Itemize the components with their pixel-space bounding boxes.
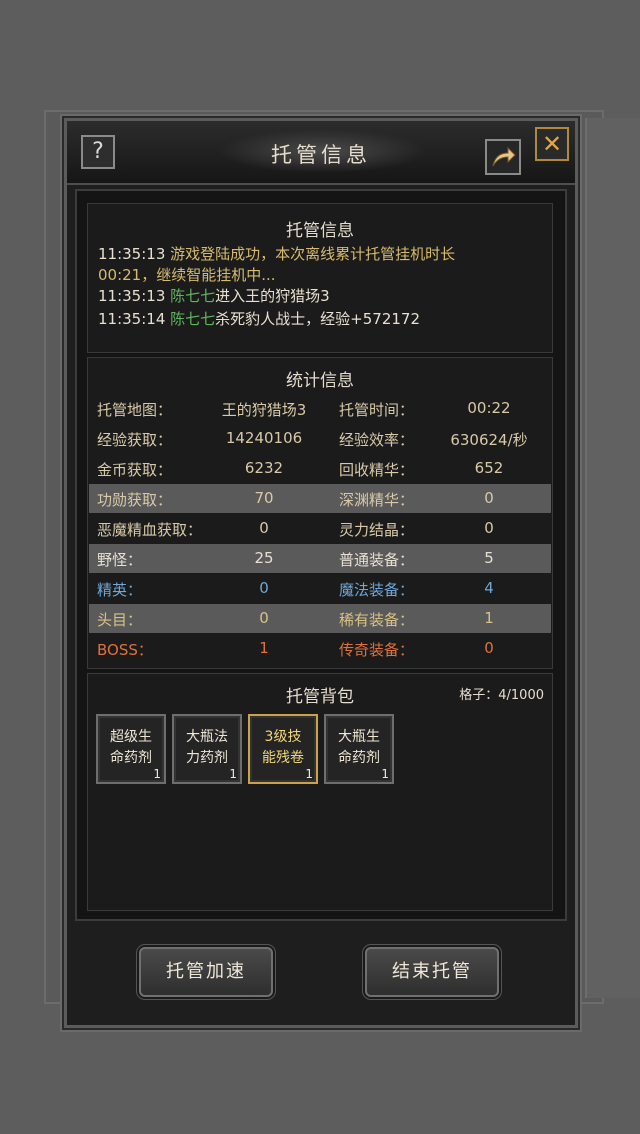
bag-item-count: 1 [229,767,237,781]
stats-row: 托管地图： 王的狩猎场3 托管时间： 00:22 [89,394,551,423]
bag-item-count: 1 [305,767,313,781]
stat-label: 精英： [97,581,143,599]
bag-item-name-line: 命药剂 [338,750,380,766]
bag-section: 托管背包 格子：4/1000 超级生 命药剂 1 大瓶法 力药剂 1 3级技 能残卷 1 大瓶生命… [87,673,553,911]
background-side-panel [585,118,640,998]
stat-value: 652 [474,459,504,477]
bag-item[interactable]: 大瓶生命药剂 1 [324,714,394,784]
stat-label: 灵力结晶： [339,521,415,539]
stat-label: 稀有装备： [339,611,415,629]
stats-row: 功勋获取： 70 深渊精华： 0 [89,484,551,513]
share-button[interactable] [485,139,521,175]
title-bar: 托管信息 ? ✕ [67,121,575,185]
stat-value: 0 [259,579,269,597]
log-section-title: 托管信息 [286,221,354,241]
stat-value: 14240106 [225,429,303,447]
bag-item-name-line: 力药剂 [186,750,228,766]
stats-row: 精英： 0 魔法装备： 4 [89,574,551,603]
stats-row: 经验获取： 14240106 经验效率： 630624/秒 [89,424,551,453]
player-name: 陈七七 [170,310,216,328]
stat-value: 1 [484,609,494,627]
log-entry: 11:35:13 游戏登陆成功，本次离线累计托管挂机时长 00:21，继续智能挂… [98,244,455,286]
stat-label: 经验效率： [339,431,415,449]
hosting-info-dialog: 托管信息 ? ✕ 托管信息 11:35:13 游戏登陆成功，本次离线累计托管挂机… [64,118,578,1028]
stats-section: 统计信息 托管地图： 王的狩猎场3 托管时间： 00:22 经验获取： 14240106 经… [87,357,553,669]
stat-value: 0 [484,489,494,507]
bag-item-name-line: 大瓶法 [186,729,228,745]
bag-item[interactable]: 3级技能残卷 1 [248,714,318,784]
close-button[interactable]: ✕ [535,127,569,161]
stat-value: 0 [484,519,494,537]
stat-label: 头目： [97,611,143,629]
stat-value: 0 [484,639,494,657]
stat-value: 1 [259,639,269,657]
stat-value: 王的狩猎场3 [221,401,307,419]
stat-value: 630624/秒 [450,431,528,449]
stats-row: 恶魔精血获取： 0 灵力结晶： 0 [89,514,551,543]
stat-label: 托管地图： [97,401,173,419]
log-section: 托管信息 11:35:13 游戏登陆成功，本次离线累计托管挂机时长 00:21，… [87,203,553,353]
log-message: 游戏登陆成功，本次离线累计托管挂机时长 [170,245,456,263]
bag-item-name-line: 大瓶生 [338,729,380,745]
stats-row: 金币获取： 6232 回收精华： 652 [89,454,551,483]
stats-row: 野怪： 25 普通装备： 5 [89,544,551,573]
stat-value: 0 [259,609,269,627]
stats-row: 头目： 0 稀有装备： 1 [89,604,551,633]
log-time: 11:35:14 [98,310,166,328]
log-time: 11:35:13 [98,287,166,305]
bag-item-name-line: 3级技 [264,729,302,745]
log-message: 杀死豹人战士，经验+572172 [215,310,421,328]
content-panel: 托管信息 11:35:13 游戏登陆成功，本次离线累计托管挂机时长 00:21，… [75,189,567,921]
bag-item-name: 大瓶生 命药剂 [330,727,388,769]
stat-label: 恶魔精血获取： [97,521,203,539]
stat-value: 0 [259,519,269,537]
stats-section-title: 统计信息 [286,371,354,391]
bag-capacity: 格子：4/1000 [459,688,544,703]
stat-label: 功勋获取： [97,491,173,509]
bag-item-name-line: 命药剂 [110,750,152,766]
stat-value: 6232 [244,459,284,477]
stats-row: BOSS： 1 传奇装备： 0 [89,634,551,663]
log-message: 进入王的狩猎场3 [215,287,330,305]
stat-label: 托管时间： [339,401,415,419]
stat-value: 4 [484,579,494,597]
stat-value: 5 [484,549,494,567]
end-hosting-button[interactable]: 结束托管 [365,947,499,997]
help-button[interactable]: ? [81,135,115,169]
stat-label: 回收精华： [339,461,415,479]
bag-item-name-line: 超级生 [110,729,152,745]
stat-label: 普通装备： [339,551,415,569]
bag-item-name-line: 能残卷 [262,750,304,766]
log-message-continued: 00:21，继续智能挂机中... [98,266,276,284]
stat-label: 传奇装备： [339,641,415,659]
stat-value: 70 [254,489,274,507]
speed-up-button[interactable]: 托管加速 [139,947,273,997]
stat-value: 00:22 [467,399,511,417]
bag-item-name: 3级技能残卷 [254,727,312,769]
bag-item-count: 1 [381,767,389,781]
stat-label: 野怪： [97,551,143,569]
stat-value: 25 [254,549,274,567]
stat-label: 经验获取： [97,431,173,449]
player-name: 陈七七 [170,287,216,305]
stat-label: 深渊精华： [339,491,415,509]
stat-label: BOSS： [97,641,153,659]
bag-item[interactable]: 大瓶法力药剂 1 [172,714,242,784]
log-time: 11:35:13 [98,245,166,263]
bag-item-name: 超级生 命药剂 [102,727,160,769]
stat-label: 魔法装备： [339,581,415,599]
log-entry: 11:35:14 陈七七杀死豹人战士，经验+572172 [98,309,420,330]
bag-item-count: 1 [153,767,161,781]
bag-item[interactable]: 超级生命药剂 1 [96,714,166,784]
log-entry: 11:35:13 陈七七进入王的狩猎场3 [98,286,330,307]
bag-item-name: 大瓶法 力药剂 [178,727,236,769]
share-arrow-icon [492,146,516,167]
stat-label: 金币获取： [97,461,173,479]
